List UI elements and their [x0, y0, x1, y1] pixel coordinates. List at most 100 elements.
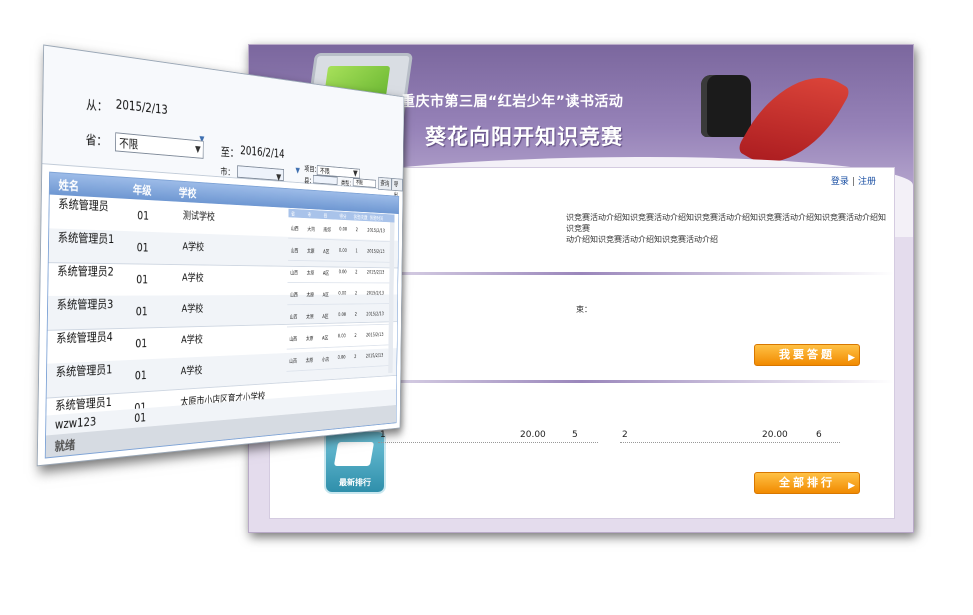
- answer-button[interactable]: 我要答题 ▶: [754, 344, 860, 366]
- cell-school: A学校: [180, 364, 203, 377]
- detail-cell: 2015/2/13: [366, 269, 385, 276]
- detail-cell: 0.00: [337, 354, 346, 361]
- detail-cell: A区: [322, 270, 330, 277]
- cell-grade: 01: [137, 208, 150, 223]
- type-label: 类型：: [340, 179, 354, 188]
- detail-cell: 山西: [290, 248, 299, 255]
- from-date[interactable]: 2015/2/13: [116, 98, 168, 118]
- detail-cell: 山西: [289, 292, 298, 299]
- detail-cell: 大同: [307, 226, 315, 233]
- detail-cell: 0.00: [338, 269, 347, 275]
- to-date-dropdown-icon[interactable]: ▼: [295, 167, 300, 176]
- cell-school: A学校: [181, 333, 203, 346]
- dotted-line: [620, 442, 840, 443]
- detail-header-county: 县: [323, 213, 328, 220]
- detail-row: 山西 太原 A区 0.00 1 2015/2/13: [287, 239, 395, 263]
- auth-separator: |: [851, 177, 855, 187]
- detail-cell: 2015/2/13: [367, 227, 385, 234]
- cell-grade: 01: [136, 272, 149, 287]
- admin-report-window: 从： 2015/2/13 ▼ 至： 2016/2/14 ▼ 省： 不限▼ 市： …: [36, 44, 405, 467]
- answer-button-label: 我要答题: [779, 348, 835, 361]
- all-ranking-button[interactable]: 全部排行 ▶: [754, 472, 860, 494]
- banner-title: 重庆市第三届“红岩少年”读书活动: [401, 94, 624, 110]
- detail-cell: 0.00: [338, 247, 347, 254]
- detail-header-province: 省: [291, 211, 295, 218]
- query-button[interactable]: 查询: [378, 176, 392, 191]
- column-header-name[interactable]: 姓名: [58, 176, 79, 194]
- province-label: 省：: [85, 133, 108, 150]
- end-time-label: 束：: [576, 305, 592, 314]
- cell-school: A学校: [182, 240, 205, 253]
- type-select[interactable]: 不限: [352, 178, 376, 188]
- rank-number: 2: [622, 430, 628, 440]
- city-label: 市：: [220, 167, 235, 179]
- intro-line: 动介绍知识竞赛活动介绍知识竞赛活动介绍: [566, 235, 718, 244]
- detail-cell: 太原: [305, 357, 314, 364]
- status-text: 就绪: [54, 437, 76, 454]
- detail-cell: 2: [354, 353, 357, 360]
- detail-cell: 0.00: [337, 333, 346, 340]
- detail-cell: 2: [354, 290, 358, 297]
- arrow-right-icon: ▶: [848, 481, 855, 491]
- detail-cell: 0.00: [339, 226, 348, 233]
- detail-cell: 2015/2/13: [365, 331, 384, 339]
- detail-cell: 太原: [306, 292, 315, 299]
- all-ranking-button-label: 全部排行: [779, 476, 835, 489]
- to-date[interactable]: 2016/2/14: [240, 144, 285, 161]
- detail-row: 山西 大同 南郊 0.00 2 2015/2/13: [288, 217, 395, 243]
- cell-grade: 01: [135, 336, 148, 351]
- detail-cell: 2015/2/13: [366, 290, 385, 297]
- column-header-grade[interactable]: 年级: [133, 181, 152, 198]
- detail-cell: 2: [354, 311, 357, 318]
- detail-cell: 南郊: [323, 227, 331, 234]
- auth-links: 登录 | 注册: [831, 174, 876, 187]
- to-label: 至：: [220, 146, 239, 161]
- cell-grade: 01: [134, 410, 147, 425]
- detail-cell: 0.00: [338, 311, 347, 318]
- rank-count: 6: [816, 430, 822, 440]
- export-button[interactable]: 导出: [391, 177, 403, 199]
- login-link[interactable]: 登录: [831, 177, 849, 187]
- detail-cell: 0.00: [338, 290, 347, 297]
- cell-name: 系统管理员4: [56, 330, 113, 346]
- register-link[interactable]: 注册: [858, 177, 876, 187]
- detail-cell: 太原: [306, 270, 315, 277]
- detail-cell: 2015/2/13: [365, 352, 384, 360]
- detail-cell: 山西: [289, 336, 298, 343]
- latest-ranking-badge[interactable]: 最新排行: [324, 430, 386, 494]
- activity-intro: 识竞赛活动介绍知识竞赛活动介绍知识竞赛活动介绍知识竞赛活动介绍知识竞赛活动介绍知…: [566, 212, 886, 245]
- from-label: 从：: [86, 98, 108, 116]
- province-select[interactable]: 不限 ▼: [115, 132, 204, 159]
- cell-grade: 01: [136, 240, 149, 255]
- detail-cell: 太原: [306, 314, 314, 321]
- detail-header-city: 市: [307, 212, 312, 219]
- detail-cell: A区: [322, 313, 329, 320]
- detail-row: 山西 太原 A区 0.00 2 2015/2/13: [287, 283, 394, 306]
- detail-cell: A区: [323, 248, 330, 255]
- detail-cell: 山西: [290, 225, 299, 233]
- cell-grade: 01: [135, 304, 148, 319]
- intro-line: 识竞赛活动介绍知识竞赛活动介绍知识竞赛活动介绍知识竞赛活动介绍知识竞赛活动介绍知…: [566, 213, 886, 233]
- detail-cell: A区: [322, 335, 329, 342]
- cell-name: 系统管理员1: [57, 230, 115, 246]
- detail-cell: 2015/2/13: [367, 248, 385, 255]
- rank-number: 1: [380, 430, 386, 440]
- cell-name: 系统管理员3: [56, 297, 114, 312]
- detail-row: 山西 太原 小店 0.00 2 2015/2/13: [286, 345, 393, 372]
- column-header-school[interactable]: 学校: [179, 184, 197, 201]
- cell-grade: 01: [134, 368, 147, 383]
- detail-row: 山西 太原 A区 0.00 2 2015/2/13: [287, 304, 394, 328]
- dotted-line: [378, 442, 598, 443]
- detail-columns: 省 市 县 得分 答题次数 答题时间 山西 大同 南郊 0.00 2 2015/…: [286, 208, 395, 380]
- chevron-down-icon: ▼: [195, 144, 201, 155]
- detail-cell: 太原: [305, 335, 314, 343]
- cell-name: 系统管理员: [58, 196, 109, 214]
- book-icon: [333, 442, 375, 466]
- cell-name: 系统管理员1: [55, 362, 113, 380]
- project-select-value: 不限: [319, 167, 330, 176]
- county-select[interactable]: [312, 174, 338, 186]
- detail-cell: 2015/2/13: [366, 311, 384, 318]
- detail-row: 山西 太原 A区 0.00 2 2015/2/13: [287, 261, 394, 284]
- rank-score: 20.00: [520, 430, 546, 440]
- city-select[interactable]: ▼: [237, 165, 284, 183]
